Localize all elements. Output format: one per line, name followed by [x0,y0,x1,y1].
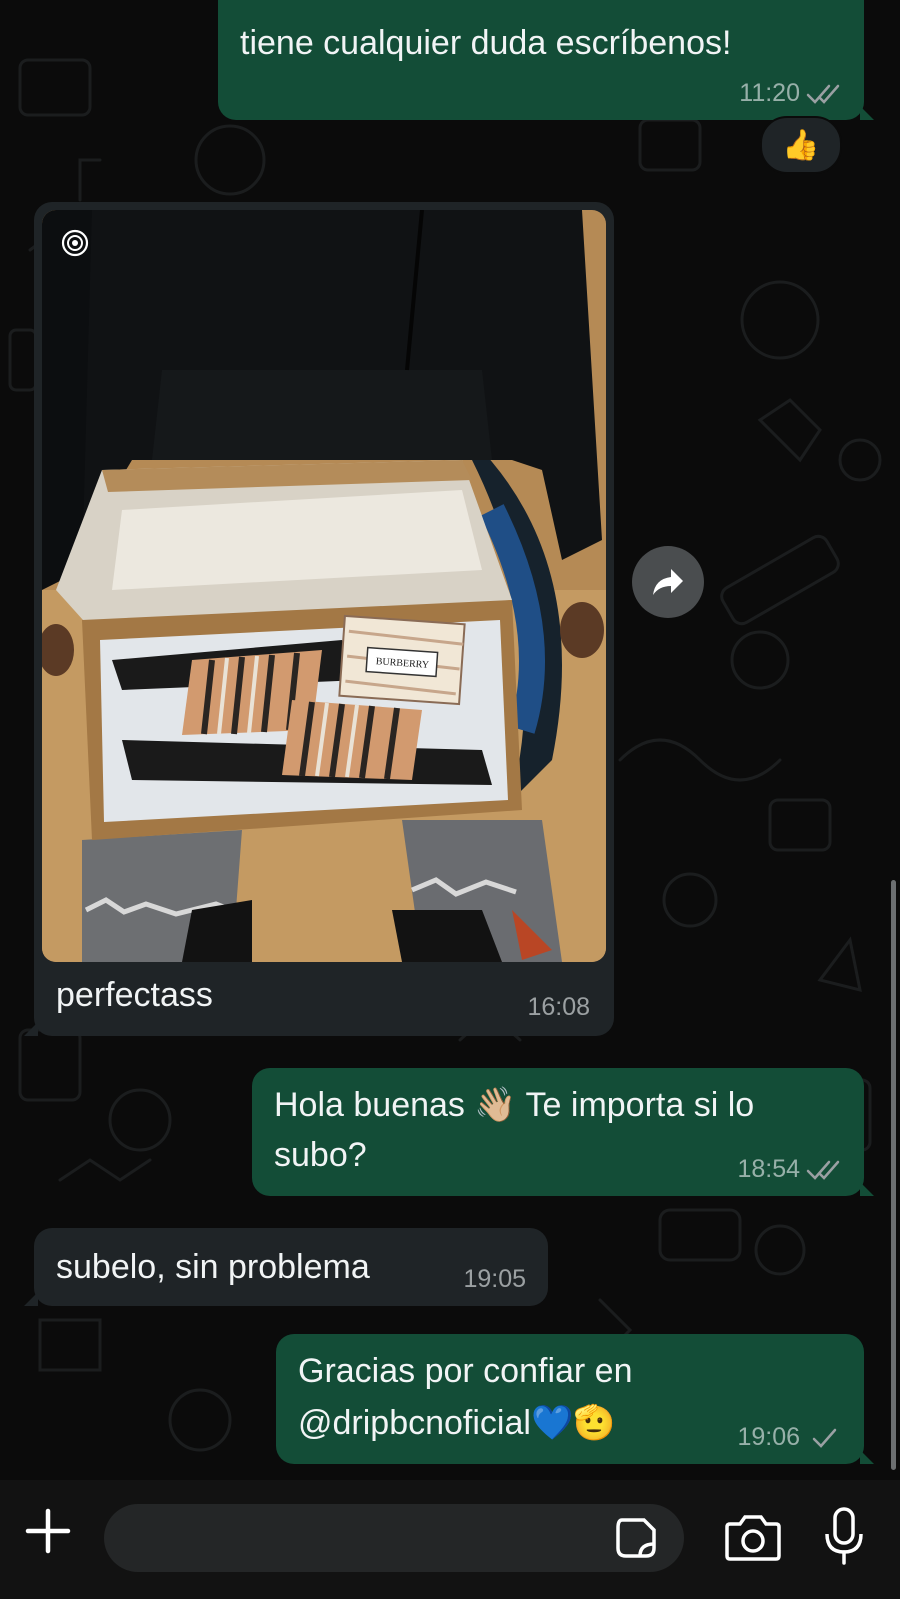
photo-caption: perfectass [56,976,213,1014]
photo-image: BURBERRY [42,210,606,962]
scrollbar[interactable] [891,880,896,1470]
message-meta: 18:54 [737,1155,842,1184]
message-input[interactable] [104,1504,684,1572]
single-check-icon [812,1428,837,1448]
message-meta: 19:06 [737,1423,842,1452]
message-bubble-incoming-photo[interactable]: BURBERRY perfectass 16:08 [24,202,614,1036]
message-time: 11:20 [739,79,800,107]
message-time: 19:05 [463,1265,526,1293]
reaction-badge[interactable]: 👍 [760,116,842,174]
message-text: tiene cualquier duda escríbenos! [240,24,732,62]
plus-icon[interactable] [22,1505,74,1557]
double-check-icon [806,1160,840,1180]
message-bubble-incoming[interactable]: subelo, sin problema 19:05 [24,1228,548,1306]
message-meta: 19:05 [463,1265,526,1294]
view-once-icon [61,229,89,257]
double-check-icon [806,84,840,104]
message-meta: 16:08 [527,993,590,1022]
sticker-icon[interactable] [614,1516,658,1560]
forward-button[interactable] [632,546,704,618]
message-text: subelo, sin problema [56,1248,370,1286]
message-text-line-2: subo? [274,1136,367,1174]
message-text-line-1: Gracias por confiar en [298,1352,633,1390]
camera-icon[interactable] [724,1512,782,1562]
message-bubble-outgoing[interactable]: oficina de correos de su zona, si tiene … [218,0,874,120]
thumbs-up-reaction-icon: 👍 [782,128,820,162]
message-text-line-2: @dripbcnoficial💙🫡 [298,1404,616,1442]
message-bubble-outgoing[interactable]: Gracias por confiar en @dripbcnoficial💙🫡… [276,1334,874,1464]
microphone-icon[interactable] [822,1506,866,1566]
forward-arrow-icon [653,569,683,595]
message-meta: 11:20 [739,79,842,108]
message-time: 19:06 [737,1423,800,1451]
message-text-line-1: Hola buenas 👋🏼 Te importa si lo [274,1086,755,1124]
message-time: 16:08 [527,993,590,1021]
photo-attachment[interactable]: BURBERRY [42,210,606,962]
message-time: 18:54 [737,1155,800,1183]
message-bubble-outgoing[interactable]: Hola buenas 👋🏼 Te importa si lo subo? 18… [252,1068,874,1196]
